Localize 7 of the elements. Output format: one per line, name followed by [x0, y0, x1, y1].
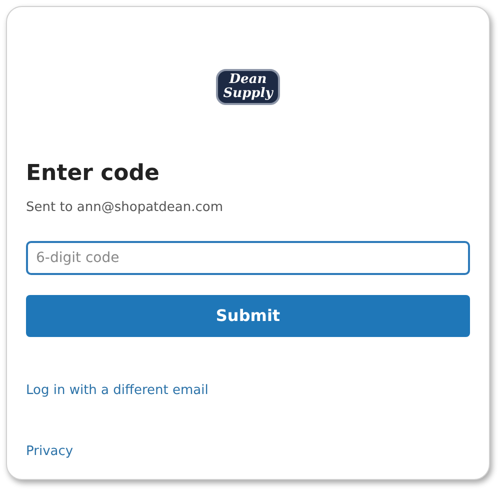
different-email-link[interactable]: Log in with a different email	[26, 383, 208, 398]
sent-to-text: Sent to ann@shopatdean.com	[26, 200, 224, 215]
code-input-field[interactable]: 6-digit code	[26, 241, 470, 275]
privacy-link[interactable]: Privacy	[26, 444, 74, 459]
page-title: Enter code	[26, 161, 160, 186]
submit-button[interactable]: Submit	[26, 294, 470, 337]
logo: Dean Supply	[216, 69, 280, 105]
